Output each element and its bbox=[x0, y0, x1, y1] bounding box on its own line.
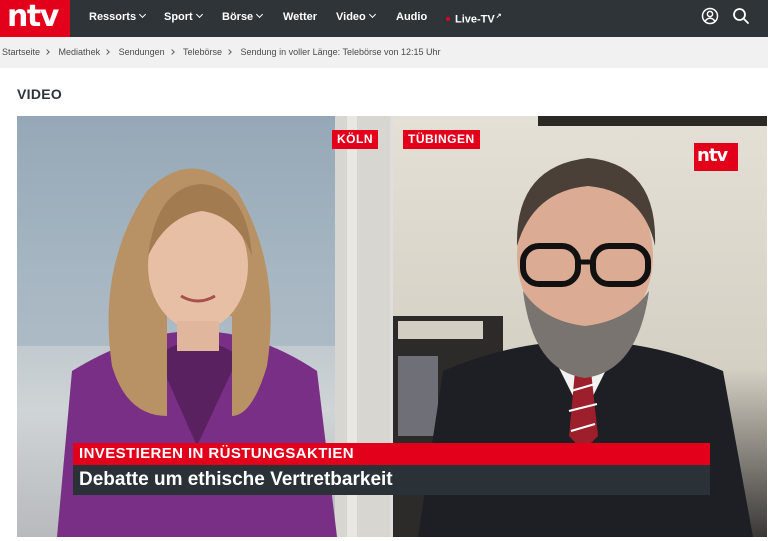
video-player[interactable]: KÖLN TÜBINGEN ntv INVESTIEREN IN RÜSTUNG… bbox=[17, 116, 767, 537]
breadcrumb-startseite[interactable]: Startseite bbox=[2, 47, 40, 57]
nav-item-boerse[interactable]: Börse bbox=[222, 0, 264, 37]
chevron-down-icon bbox=[256, 10, 264, 19]
user-account-icon[interactable] bbox=[701, 7, 721, 27]
location-tag-left: KÖLN bbox=[332, 130, 378, 149]
lower-third-topline: INVESTIEREN IN RÜSTUNGSAKTIEN bbox=[73, 443, 710, 465]
breadcrumb-current: Sendung in voller Länge: Telebörse von 1… bbox=[240, 47, 441, 57]
breadcrumb: Startseite Mediathek Sendungen Telebörse… bbox=[2, 37, 441, 68]
ntv-corner-logo: ntv bbox=[694, 143, 738, 171]
lower-third: INVESTIEREN IN RÜSTUNGSAKTIEN Debatte um… bbox=[73, 443, 710, 495]
nav-item-video[interactable]: Video bbox=[336, 0, 376, 37]
breadcrumb-teleboerse[interactable]: Telebörse bbox=[183, 47, 222, 57]
chevron-right-icon bbox=[168, 49, 175, 55]
lower-third-headline: Debatte um ethische Vertretbarkeit bbox=[73, 465, 710, 495]
breadcrumb-bar: Startseite Mediathek Sendungen Telebörse… bbox=[0, 37, 768, 68]
top-navigation: ntv Ressorts Sport Börse Wetter Video Au… bbox=[0, 0, 768, 37]
chevron-right-icon bbox=[104, 49, 110, 55]
chevron-down-icon bbox=[368, 10, 376, 19]
section-title: VIDEO bbox=[17, 86, 63, 102]
breadcrumb-sendungen[interactable]: Sendungen bbox=[119, 47, 165, 57]
search-icon[interactable] bbox=[732, 7, 752, 27]
chevron-right-icon bbox=[226, 49, 232, 55]
ntv-logo[interactable]: ntv bbox=[0, 0, 70, 37]
location-tag-right: TÜBINGEN bbox=[403, 130, 480, 149]
nav-item-ressorts[interactable]: Ressorts bbox=[89, 0, 147, 37]
breadcrumb-mediathek[interactable]: Mediathek bbox=[59, 47, 101, 57]
chevron-right-icon bbox=[44, 49, 50, 55]
chevron-down-icon bbox=[195, 10, 203, 19]
page-bottom-edge bbox=[17, 537, 767, 541]
nav-item-wetter[interactable]: Wetter bbox=[283, 0, 317, 37]
nav-item-sport[interactable]: Sport bbox=[164, 0, 203, 37]
nav-item-live-tv[interactable]: Live-TV↗ bbox=[446, 0, 502, 37]
external-link-icon: ↗ bbox=[495, 13, 502, 20]
chevron-down-icon bbox=[139, 10, 147, 19]
nav-item-audio[interactable]: Audio bbox=[396, 0, 427, 37]
live-dot-icon bbox=[446, 16, 450, 21]
